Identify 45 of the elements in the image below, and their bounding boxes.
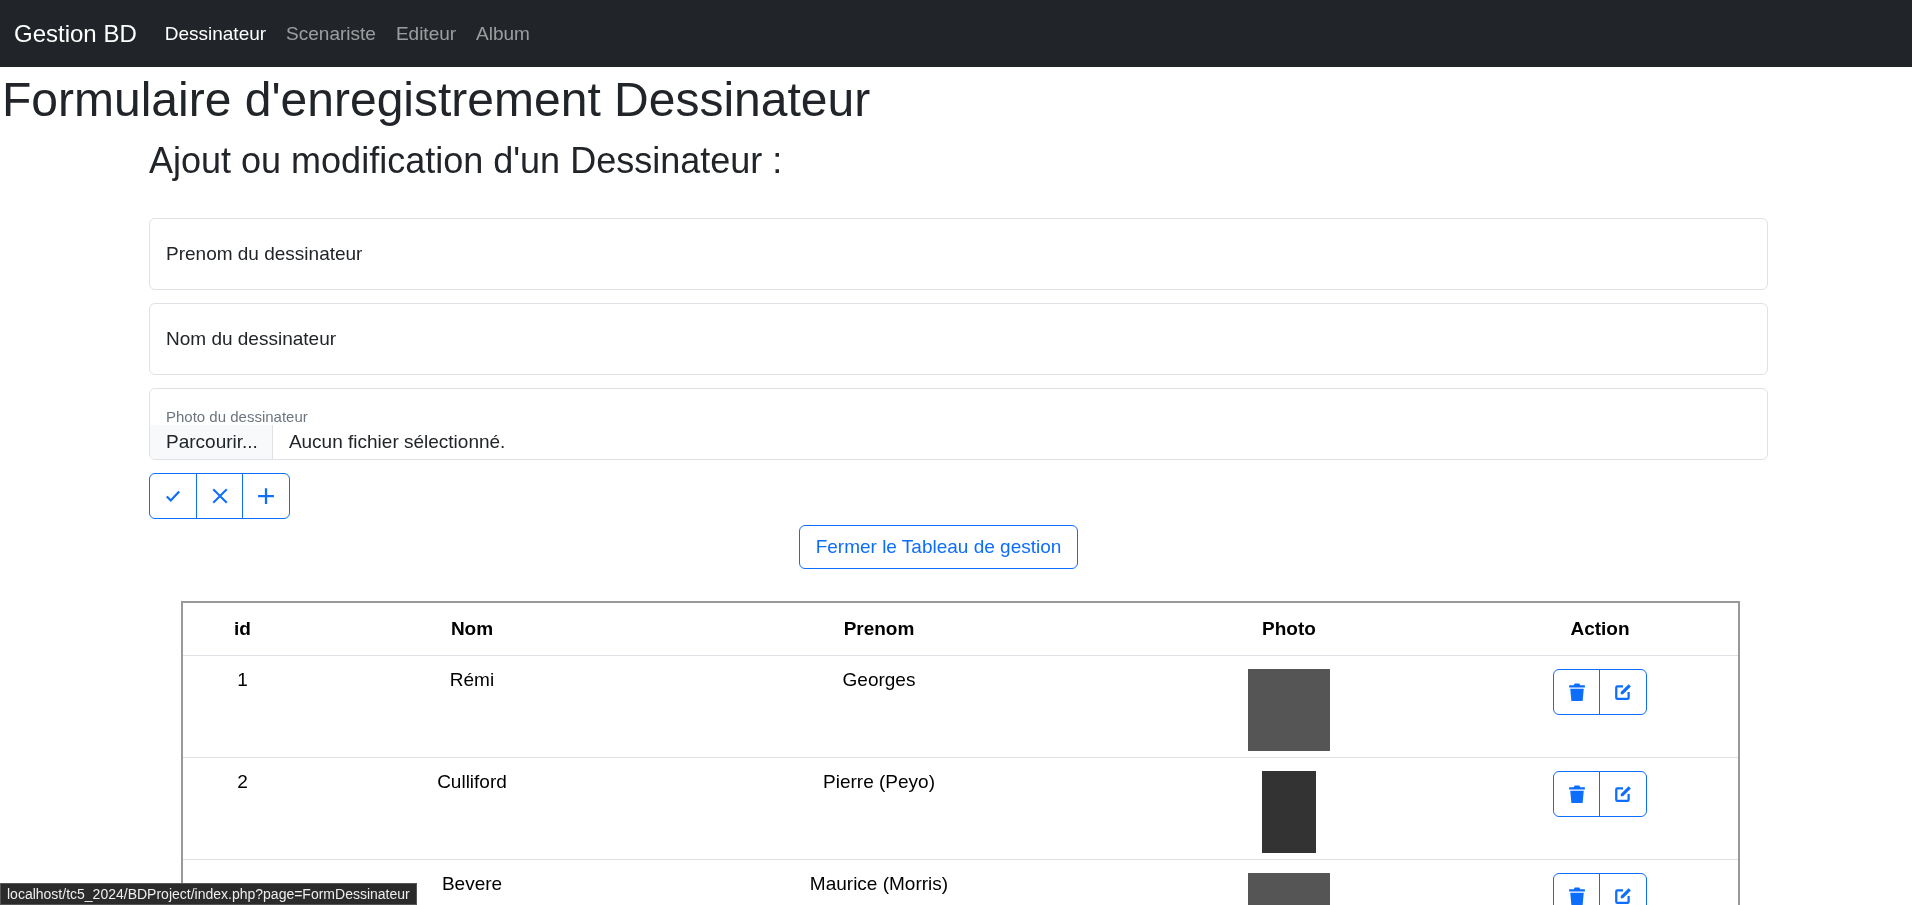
file-name: Aucun fichier sélectionné.	[287, 430, 506, 453]
nav-link[interactable]: Scenariste	[286, 22, 376, 45]
column-header: Photo	[1261, 617, 1317, 640]
column-header: id	[233, 617, 252, 640]
browse-button[interactable]: Parcourir...	[150, 424, 273, 459]
table-cell-text: Rémi	[449, 668, 495, 692]
nav-link[interactable]: Dessinateur	[164, 22, 267, 45]
edit-button[interactable]	[1599, 872, 1648, 905]
file-field[interactable]: Photo du dessinateur Parcourir... Aucun fichier sélectionné.	[149, 387, 1768, 460]
edit-icon	[1614, 784, 1633, 803]
edit-icon	[1614, 886, 1633, 905]
brand-link[interactable]: Gestion BD	[14, 19, 137, 48]
plus-icon	[257, 486, 275, 505]
table-cell-text: Pierre (Peyo)	[823, 770, 935, 794]
close-icon	[210, 486, 229, 505]
table-cell-text: Maurice (Morris)	[809, 872, 949, 896]
nav-link[interactable]: Album	[476, 22, 530, 45]
trash-icon	[1568, 784, 1585, 803]
close-table-button[interactable]: Fermer le Tableau de gestion	[798, 524, 1079, 569]
page-title: Formulaire d'enregistrement Dessinateur	[2, 72, 872, 128]
confirm-button[interactable]	[149, 472, 197, 519]
delete-button[interactable]	[1552, 770, 1601, 817]
input-field[interactable]: Prenom du dessinateur	[149, 217, 1768, 290]
edit-icon	[1614, 682, 1633, 701]
delete-button[interactable]	[1552, 668, 1601, 715]
status-bar-url: localhost/tc5_2024/BDProject/index.php?page=FormDessinateur	[0, 883, 417, 905]
input-field[interactable]: Nom du dessinateur	[149, 302, 1768, 375]
add-button[interactable]	[242, 472, 290, 519]
edit-button[interactable]	[1599, 668, 1648, 715]
column-header: Prenom	[842, 617, 916, 640]
column-header: Action	[1569, 617, 1631, 640]
trash-icon	[1568, 886, 1585, 905]
table-cell-text: 2	[237, 770, 248, 794]
field-label: Photo du dessinateur	[165, 407, 309, 425]
column-header: Nom	[449, 617, 495, 640]
table-cell-text: 1	[237, 668, 248, 692]
delete-button[interactable]	[1552, 872, 1601, 905]
table-cell-text: Culliford	[437, 770, 507, 794]
trash-icon	[1568, 682, 1585, 701]
table-cell-text: Georges	[842, 668, 916, 692]
cancel-button[interactable]	[195, 472, 244, 519]
nav-link[interactable]: Editeur	[395, 22, 457, 45]
table-cell-text: Bevere	[441, 872, 503, 896]
edit-button[interactable]	[1599, 770, 1648, 817]
form-heading: Ajout ou modification d'un Dessinateur :	[149, 138, 784, 182]
